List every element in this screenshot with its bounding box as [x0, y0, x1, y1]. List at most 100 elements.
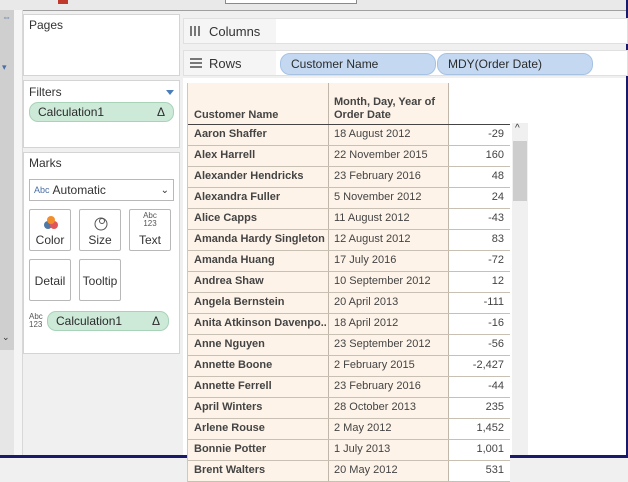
table-row[interactable]: April Winters 28 October 2013 235 — [188, 398, 510, 419]
detail-button[interactable]: Detail — [29, 259, 71, 301]
mark-type-select[interactable]: Abc Automatic ⌄ — [29, 179, 174, 201]
cell-customer-name[interactable]: April Winters — [194, 401, 326, 413]
table-row[interactable]: Amanda Huang 17 July 2016 -72 — [188, 251, 510, 272]
text-button[interactable]: Abc 123 Text — [129, 209, 171, 251]
table-row[interactable]: Andrea Shaw 10 September 2012 12 — [188, 272, 510, 293]
cell-value[interactable]: 1,001 — [450, 443, 504, 455]
cell-order-date[interactable]: 18 April 2012 — [334, 317, 446, 329]
color-icon — [44, 216, 58, 229]
rows-shelf[interactable]: Rows Customer Name MDY(Order Date) — [183, 50, 628, 76]
filters-menu-icon[interactable] — [166, 89, 174, 95]
filters-card[interactable]: Filters Calculation1 Δ — [23, 80, 180, 148]
column-divider — [328, 419, 329, 439]
header-order-date[interactable]: Month, Day, Year of Order Date — [334, 96, 448, 122]
column-divider — [328, 293, 329, 313]
cell-order-date[interactable]: 5 November 2012 — [334, 191, 446, 203]
cell-order-date[interactable]: 18 August 2012 — [334, 128, 446, 140]
tooltip-button[interactable]: Tooltip — [79, 259, 121, 301]
cell-order-date[interactable]: 2 May 2012 — [334, 422, 446, 434]
cell-value[interactable]: -43 — [450, 212, 504, 224]
cell-customer-name[interactable]: Brent Walters — [194, 464, 326, 476]
header-customer-name[interactable]: Customer Name — [194, 109, 324, 122]
cell-customer-name[interactable]: Annette Boone — [194, 359, 326, 371]
marks-pill-calculation1[interactable]: Calculation1 Δ — [47, 311, 169, 331]
cell-customer-name[interactable]: Annette Ferrell — [194, 380, 326, 392]
table-row[interactable]: Arlene Rouse 2 May 2012 1,452 — [188, 419, 510, 440]
dropdown-arrow-icon[interactable]: ▾ — [2, 62, 7, 73]
arrows-icon[interactable]: ⇔ — [2, 12, 11, 22]
cell-order-date[interactable]: 17 July 2016 — [334, 254, 446, 266]
cell-customer-name[interactable]: Angela Bernstein — [194, 296, 326, 308]
cell-value[interactable]: 235 — [450, 401, 504, 413]
table-row[interactable]: Aaron Shaffer 18 August 2012 -29 — [188, 125, 510, 146]
cell-order-date[interactable]: 2 February 2015 — [334, 359, 446, 371]
cell-order-date[interactable]: 12 August 2012 — [334, 233, 446, 245]
cell-value[interactable]: 24 — [450, 191, 504, 203]
filter-pill-calculation1[interactable]: Calculation1 Δ — [29, 102, 174, 122]
cell-value[interactable]: 83 — [450, 233, 504, 245]
cell-order-date[interactable]: 1 July 2013 — [334, 443, 446, 455]
vertical-scrollbar[interactable]: ^ — [512, 123, 528, 455]
viz-area[interactable]: Customer Name Month, Day, Year of Order … — [183, 78, 626, 482]
cell-customer-name[interactable]: Aaron Shaffer — [194, 128, 326, 140]
scrollbar-thumb[interactable] — [513, 141, 527, 201]
cell-value[interactable]: 1,452 — [450, 422, 504, 434]
rows-pill-customer-name[interactable]: Customer Name — [280, 53, 436, 75]
cell-customer-name[interactable]: Bonnie Potter — [194, 443, 326, 455]
cell-value[interactable]: 160 — [450, 149, 504, 161]
cell-order-date[interactable]: 11 August 2012 — [334, 212, 446, 224]
cell-customer-name[interactable]: Alexandra Fuller — [194, 191, 326, 203]
pages-card[interactable]: Pages — [23, 14, 180, 76]
cell-order-date[interactable]: 22 November 2015 — [334, 149, 446, 161]
cell-order-date[interactable]: 23 February 2016 — [334, 170, 446, 182]
text-icon: Abc 123 — [143, 211, 157, 228]
cell-order-date[interactable]: 23 September 2012 — [334, 338, 446, 350]
size-button[interactable]: Size — [79, 209, 121, 251]
cell-customer-name[interactable]: Alexander Hendricks — [194, 170, 326, 182]
table-row[interactable]: Anita Atkinson Davenpo.. 18 April 2012 -16 — [188, 314, 510, 335]
cell-customer-name[interactable]: Anita Atkinson Davenpo.. — [194, 317, 326, 329]
cell-value[interactable]: -16 — [450, 317, 504, 329]
cell-customer-name[interactable]: Amanda Hardy Singleton — [194, 233, 326, 245]
cell-order-date[interactable]: 20 May 2012 — [334, 464, 446, 476]
columns-shelf[interactable]: Columns — [183, 18, 628, 44]
column-divider — [448, 440, 449, 460]
cell-customer-name[interactable]: Anne Nguyen — [194, 338, 326, 350]
cell-value[interactable]: -44 — [450, 380, 504, 392]
cell-value[interactable]: -111 — [450, 296, 504, 308]
cell-value[interactable]: 48 — [450, 170, 504, 182]
cell-order-date[interactable]: 20 April 2013 — [334, 296, 446, 308]
cell-order-date[interactable]: 23 February 2016 — [334, 380, 446, 392]
column-divider — [448, 377, 449, 397]
table-row[interactable]: Angela Bernstein 20 April 2013 -111 — [188, 293, 510, 314]
table-row[interactable]: Brent Walters 20 May 2012 531 — [188, 461, 510, 482]
cell-customer-name[interactable]: Arlene Rouse — [194, 422, 326, 434]
table-row[interactable]: Alice Capps 11 August 2012 -43 — [188, 209, 510, 230]
table-row[interactable]: Amanda Hardy Singleton 12 August 2012 83 — [188, 230, 510, 251]
cell-order-date[interactable]: 10 September 2012 — [334, 275, 446, 287]
table-row[interactable]: Alexander Hendricks 23 February 2016 48 — [188, 167, 510, 188]
cell-value[interactable]: 531 — [450, 464, 504, 476]
cell-value[interactable]: 12 — [450, 275, 504, 287]
color-button[interactable]: Color — [29, 209, 71, 251]
cell-customer-name[interactable]: Alex Harrell — [194, 149, 326, 161]
table-row[interactable]: Alex Harrell 22 November 2015 160 — [188, 146, 510, 167]
cell-customer-name[interactable]: Andrea Shaw — [194, 275, 326, 287]
column-divider — [448, 356, 449, 376]
rows-pill-order-date[interactable]: MDY(Order Date) — [437, 53, 593, 75]
cell-customer-name[interactable]: Amanda Huang — [194, 254, 326, 266]
cell-customer-name[interactable]: Alice Capps — [194, 212, 326, 224]
cell-value[interactable]: -72 — [450, 254, 504, 266]
table-row[interactable]: Annette Boone 2 February 2015 -2,427 — [188, 356, 510, 377]
scroll-down-icon[interactable]: ⌄ — [2, 332, 10, 343]
cell-value[interactable]: -29 — [450, 128, 504, 140]
table-row[interactable]: Annette Ferrell 23 February 2016 -44 — [188, 377, 510, 398]
scroll-up-icon[interactable]: ^ — [515, 123, 520, 134]
cell-value[interactable]: -2,427 — [450, 359, 504, 371]
cell-order-date[interactable]: 28 October 2013 — [334, 401, 446, 413]
table-row[interactable]: Alexandra Fuller 5 November 2012 24 — [188, 188, 510, 209]
window-tab-fragment — [225, 0, 357, 4]
marks-card[interactable]: Marks Abc Automatic ⌄ Color Size Abc 123… — [23, 152, 180, 354]
cell-value[interactable]: -56 — [450, 338, 504, 350]
table-row[interactable]: Anne Nguyen 23 September 2012 -56 — [188, 335, 510, 356]
